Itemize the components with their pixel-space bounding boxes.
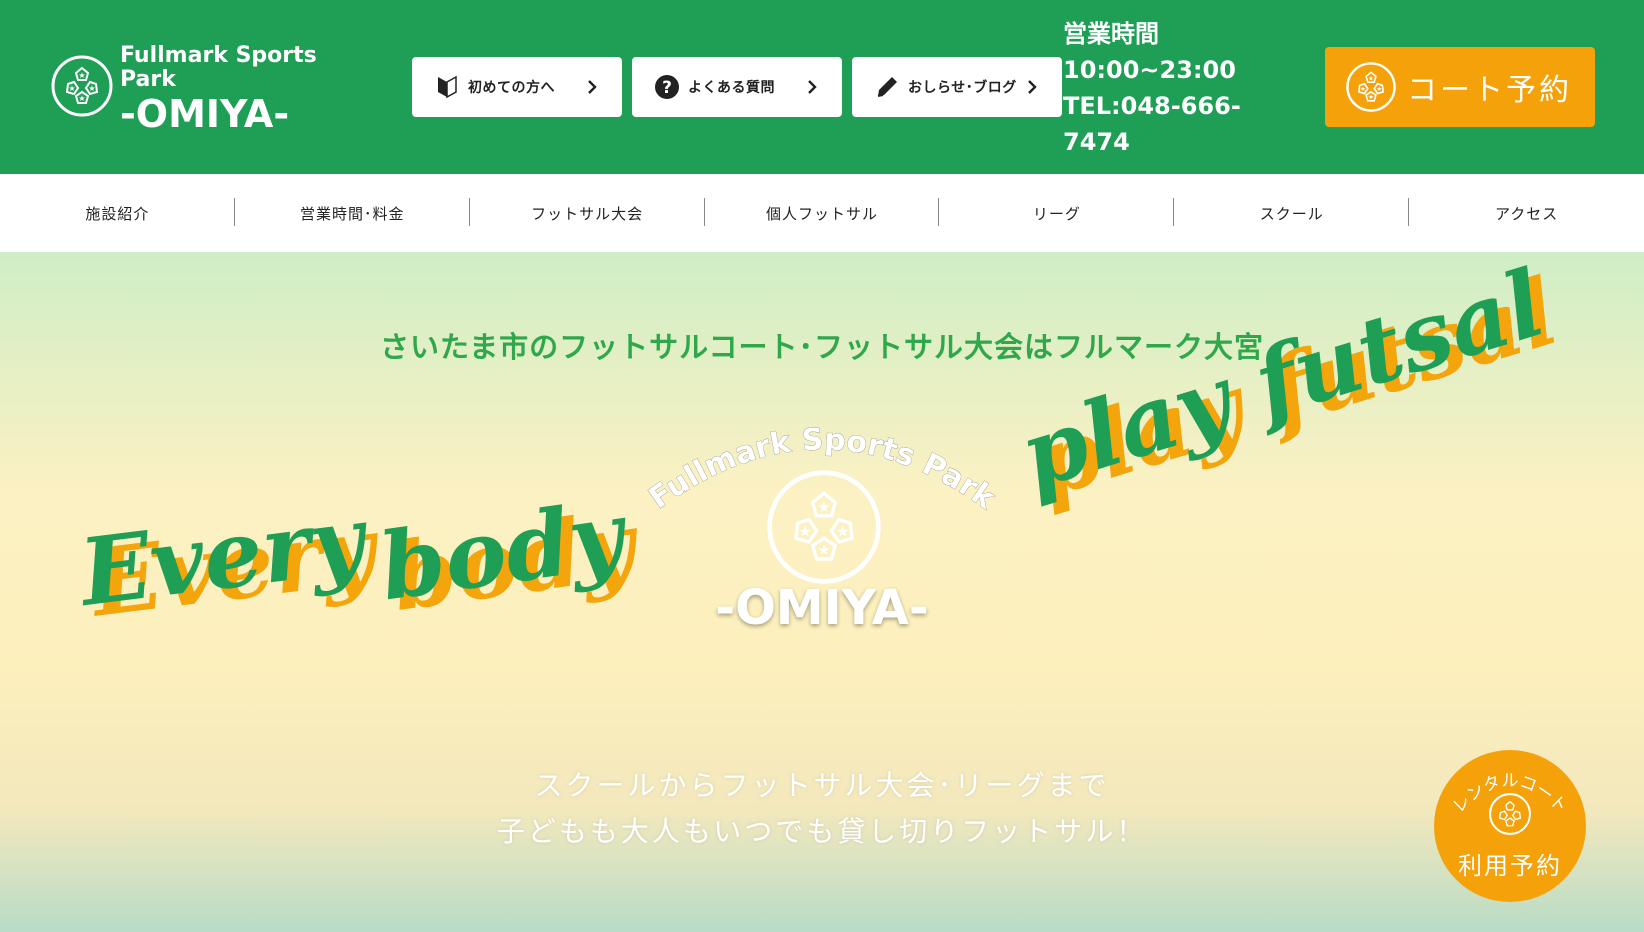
soccer-ball-icon: ★ ★ ★ ★ [51,55,113,117]
nav-item-access[interactable]: アクセス [1409,174,1644,252]
soccer-ball-icon [1489,793,1531,835]
svg-text:★: ★ [1376,85,1382,93]
hero-subtitle-2: 子どもも大人もいつでも貸し切りフットサル！ [496,815,1148,848]
chevron-right-icon [1028,80,1037,94]
nav-item-individual[interactable]: 個人フットサル [705,174,940,252]
hero-script-play-futsal: play futsal play futsal [1008,252,1569,519]
hours-time: 10:00~23:00 [1063,56,1236,84]
nav-item-hours-price[interactable]: 営業時間･料金 [235,174,470,252]
booking-label: 利用予約 [1458,852,1562,880]
first-time-label: 初めての方へ [468,80,555,96]
site-header: ★ ★ ★ ★ Fullmark Sports Park -OMIYA- 初めて… [0,0,1644,174]
logo-text-line2: Park [120,67,176,92]
pencil-icon [874,74,900,100]
hero-script-body: body body [374,481,642,632]
nav-item-school[interactable]: スクール [1174,174,1410,252]
svg-text:★: ★ [1368,93,1374,101]
main-nav: 施設紹介 営業時間･料金 フットサル大会 個人フットサル リーグ スクール アク… [0,174,1644,252]
news-blog-button[interactable]: おしらせ･ブログ [852,57,1062,117]
beginner-mark-icon [434,74,460,100]
first-time-button[interactable]: 初めての方へ [412,57,622,117]
svg-text:★: ★ [68,84,75,93]
faq-button[interactable]: ? よくある質問 [632,57,842,117]
court-reservation-button[interactable]: ★ ★ ★ ★ コート予約 [1325,47,1595,127]
svg-text:★: ★ [1360,85,1366,93]
svg-text:★: ★ [799,522,812,540]
hero-center-logo: Fullmark Sports Park ★ ★ ★ ★ -OMIYA- [632,412,1012,652]
business-hours: 営業時間 10:00~23:00 TEL:048-666-7474 [1063,16,1263,160]
hero-section: さいたま市のフットサルコート･フットサル大会はフルマーク大宮 Every Eve… [0,252,1644,932]
nav-item-tournament[interactable]: フットサル大会 [470,174,705,252]
svg-text:★: ★ [1368,75,1374,83]
svg-text:?: ? [662,78,672,98]
svg-text:★: ★ [78,71,85,80]
nav-item-league[interactable]: リーグ [939,174,1175,252]
hero-subtitle-1: スクールからフットサル大会･リーグまで [534,769,1110,802]
phone-number[interactable]: TEL:048-666-7474 [1063,88,1263,160]
court-reservation-label: コート予約 [1407,73,1572,108]
logo-text-line1: Fullmark Sports [120,43,317,68]
rental-court-booking-button[interactable]: レンタルコート 利用予約 [1434,750,1586,902]
hero-logo-name: -OMIYA- [715,580,929,636]
chevron-right-icon [808,80,817,94]
svg-text:★: ★ [817,541,830,559]
faq-label: よくある質問 [688,80,775,96]
nav-item-facility[interactable]: 施設紹介 [0,174,235,252]
svg-text:★: ★ [78,94,85,103]
svg-text:★: ★ [836,522,849,540]
chevron-right-icon [588,80,597,94]
news-blog-label: おしらせ･ブログ [908,80,1017,96]
hours-label: 営業時間 [1063,20,1159,48]
logo-text-omiya: -OMIYA- [120,92,290,136]
question-circle-icon: ? [654,74,680,100]
svg-text:★: ★ [817,498,830,516]
soccer-ball-icon: ★ ★ ★ ★ [1346,62,1396,112]
site-logo[interactable]: ★ ★ ★ ★ Fullmark Sports Park -OMIYA- [50,40,350,140]
svg-text:★: ★ [88,84,95,93]
hero-script-every: Every Every [74,485,380,638]
soccer-ball-icon: ★ ★ ★ ★ [767,470,881,584]
